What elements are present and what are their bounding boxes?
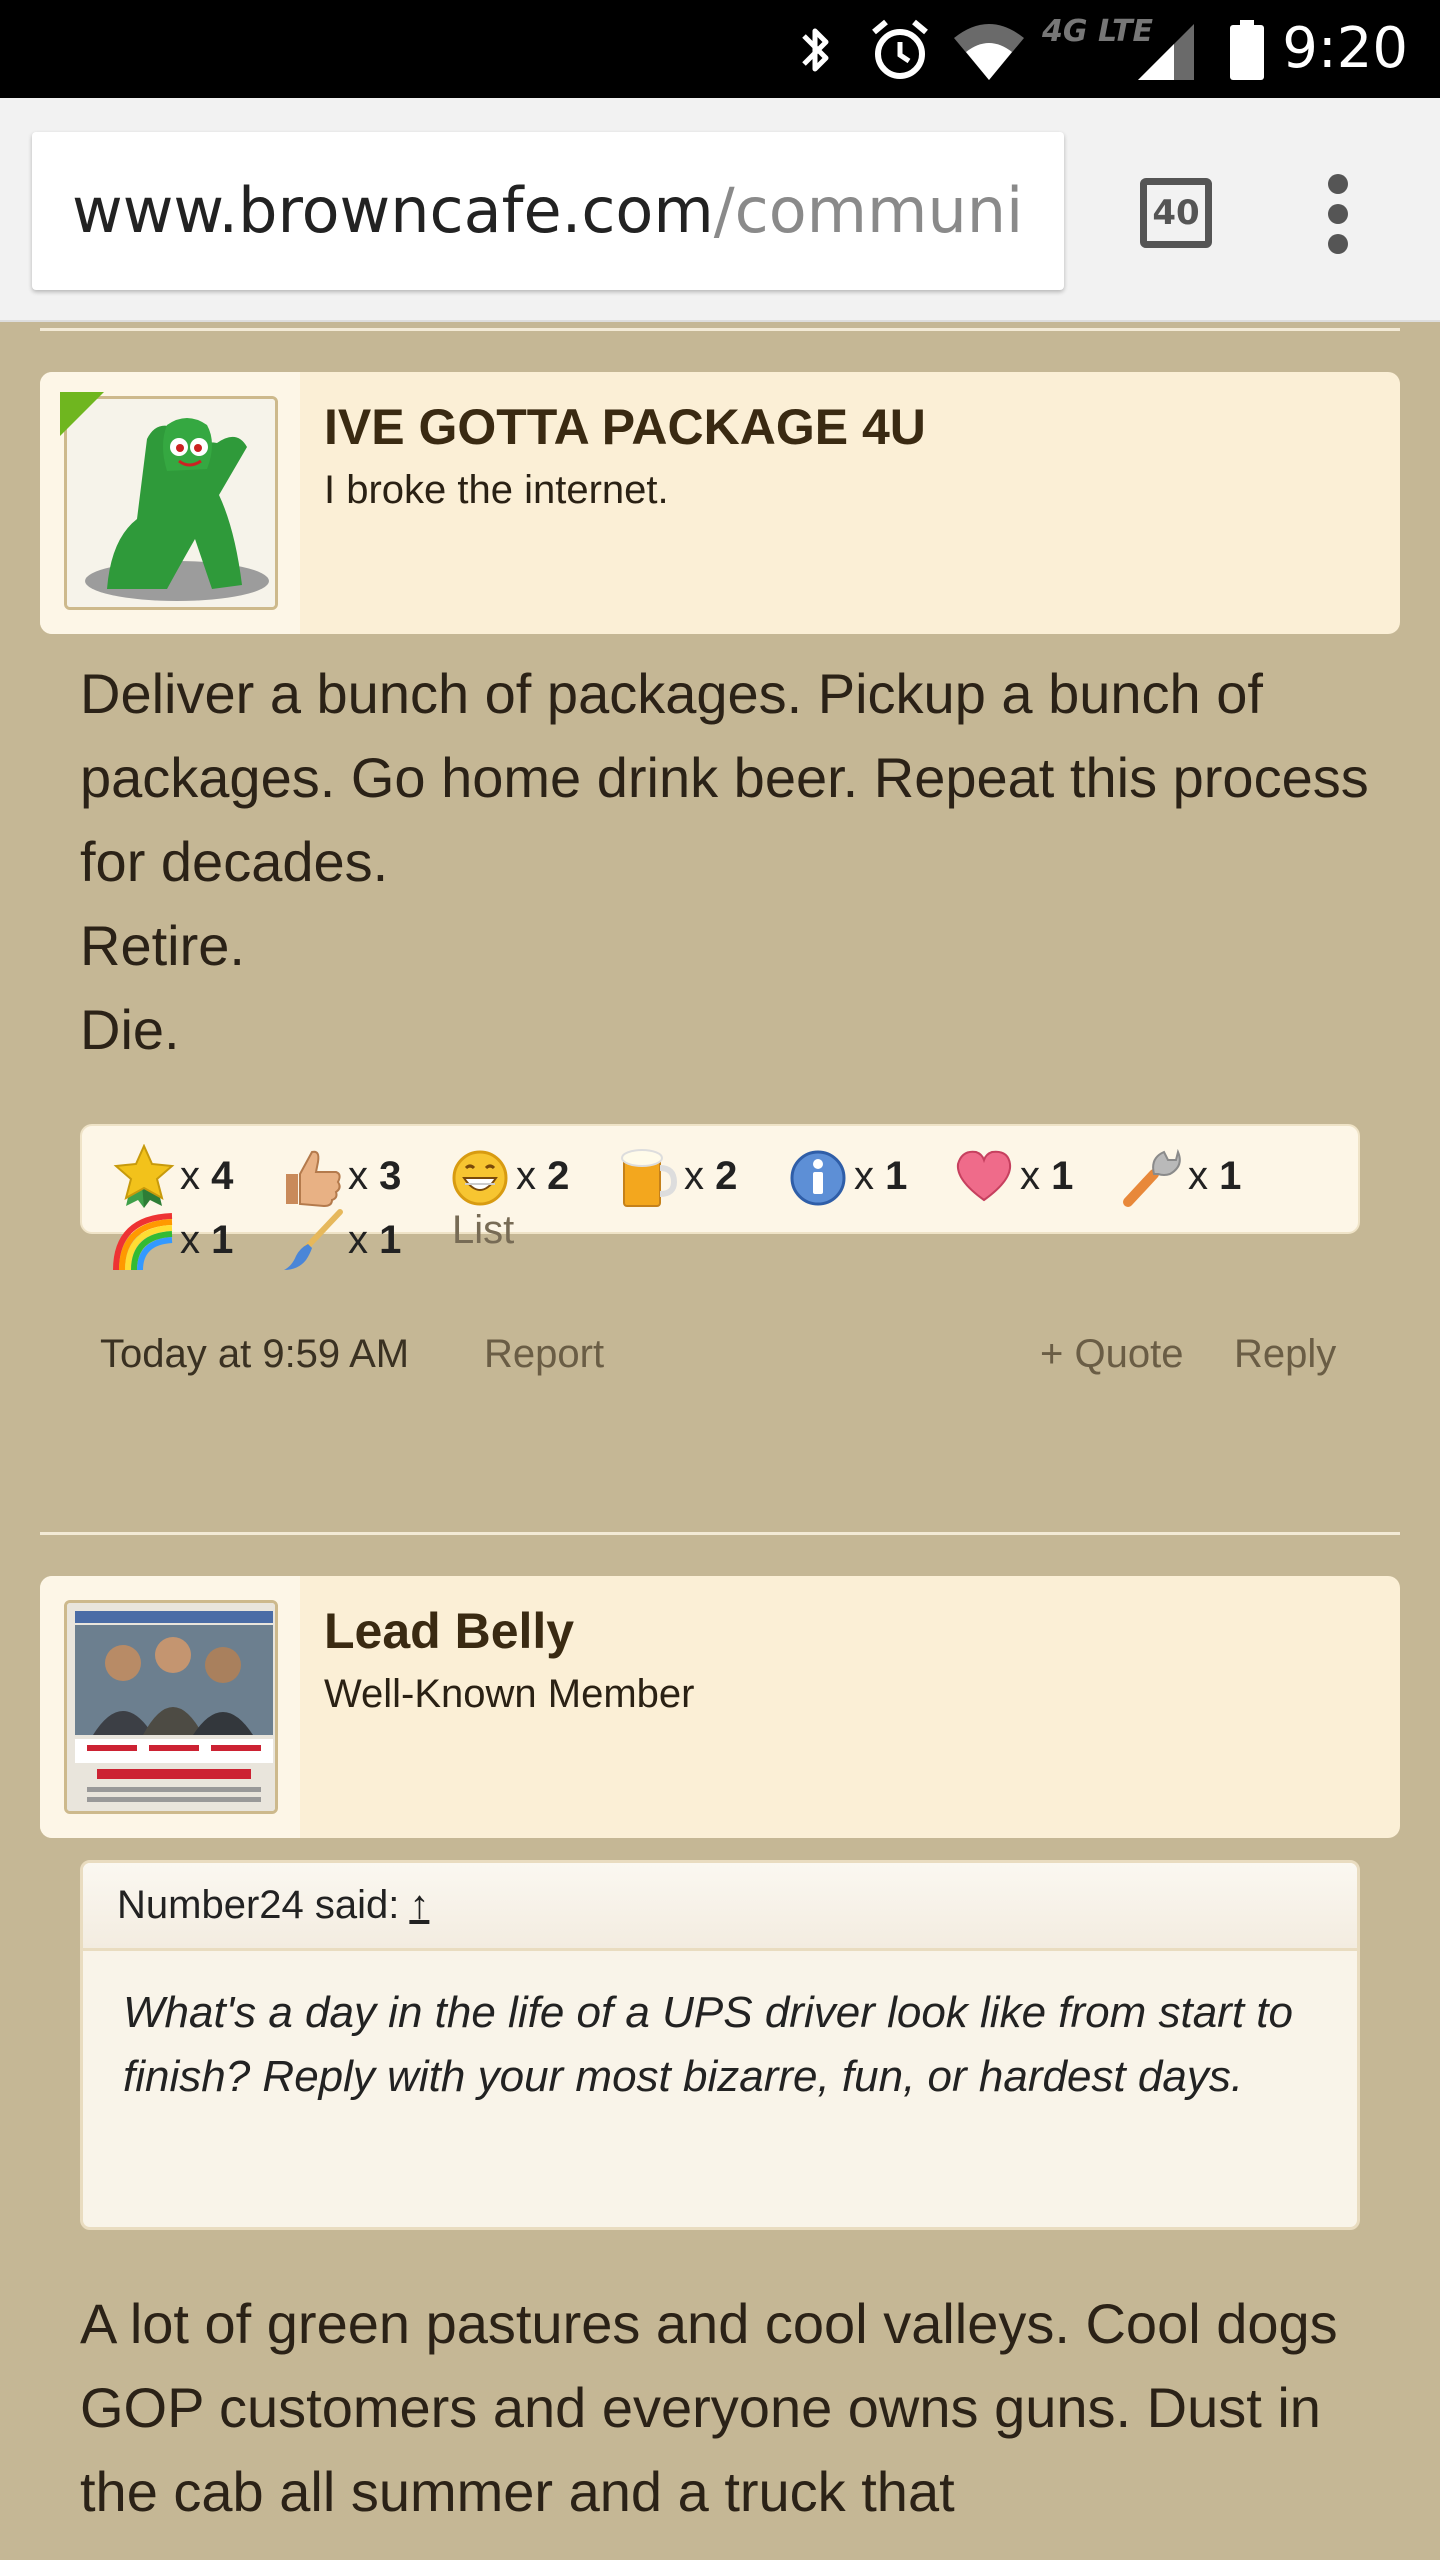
message-line: Die. [80, 998, 180, 1061]
post-user-title: I broke the internet. [324, 468, 669, 512]
battery-icon [1230, 20, 1264, 80]
post-message: A lot of green pastures and cool valleys… [80, 2282, 1380, 2534]
thumbs-up-icon [286, 1150, 341, 1208]
rating-grin[interactable]: x 2 [448, 1148, 570, 1206]
rating-count: 1 [885, 1153, 908, 1198]
rating-count: 1 [211, 1217, 234, 1262]
rating-count: 1 [1219, 1153, 1242, 1198]
bluetooth-icon [802, 28, 829, 72]
rating-paintbrush[interactable]: x 1 [280, 1209, 402, 1270]
avatar-container [40, 1576, 300, 1838]
quote-block: Number24 said: ↑ What's a day in the life… [80, 1860, 1360, 2230]
info-icon [790, 1150, 846, 1206]
post-user-title: Well-Known Member [324, 1672, 695, 1716]
message-line: A lot of green pastures and cool valleys… [80, 2292, 1338, 2523]
clock: 9:20 [1282, 16, 1408, 81]
paintbrush-icon [284, 1209, 343, 1270]
avatar[interactable] [64, 1600, 278, 1814]
count-prefix: x [180, 1217, 212, 1262]
post-username[interactable]: Lead Belly [324, 1602, 574, 1660]
grin-icon [452, 1150, 508, 1206]
post-divider [40, 328, 1400, 331]
report-link[interactable]: Report [484, 1332, 604, 1377]
count-prefix: x [348, 1153, 380, 1198]
post-user-header: IVE GOTTA PACKAGE 4U I broke the interne… [40, 372, 1400, 634]
quote-text: What's a day in the life of a UPS driver… [123, 1988, 1293, 2101]
count-prefix: x [516, 1153, 548, 1198]
medal-star-icon [113, 1144, 175, 1208]
message-line: Deliver a bunch of packages. Pickup a bu… [80, 662, 1369, 893]
quote-author: Number24 said: [117, 1883, 400, 1927]
status-bar: 4G LTE 9:20 [0, 0, 1440, 98]
overflow-menu-icon[interactable] [1326, 174, 1350, 254]
rating-medal-star[interactable]: x 4 [112, 1144, 234, 1208]
rating-heart[interactable]: x 1 [952, 1148, 1073, 1204]
count-prefix: x [1188, 1153, 1220, 1198]
rating-rainbow[interactable]: x 1 [112, 1212, 234, 1271]
browser-toolbar: www.browncafe.com/communi 40 [0, 98, 1440, 322]
post-message: Deliver a bunch of packages. Pickup a bu… [80, 652, 1380, 1072]
rating-count: 1 [1051, 1153, 1074, 1198]
ratings-list-link[interactable]: List [452, 1208, 514, 1253]
quote-link[interactable]: + Quote [1040, 1332, 1183, 1377]
reply-link[interactable]: Reply [1234, 1332, 1336, 1377]
url-field[interactable]: www.browncafe.com/communi [32, 132, 1064, 290]
rating-count: 2 [547, 1153, 570, 1198]
tab-switcher-button[interactable]: 40 [1140, 178, 1212, 248]
post-timestamp[interactable]: Today at 9:59 AM [100, 1332, 409, 1377]
count-prefix: x [348, 1217, 380, 1262]
rating-count: 1 [379, 1217, 402, 1262]
wifi-icon [954, 24, 1024, 80]
avatar-container [40, 372, 300, 634]
message-line: Retire. [80, 914, 245, 977]
count-prefix: x [854, 1153, 886, 1198]
quote-header: Number24 said: ↑ [83, 1863, 1357, 1951]
post-username[interactable]: IVE GOTTA PACKAGE 4U [324, 398, 926, 456]
rating-count: 4 [211, 1153, 234, 1198]
rating-wrench[interactable]: x 1 [1120, 1148, 1242, 1207]
count-prefix: x [684, 1153, 716, 1198]
rating-beer[interactable]: x 2 [616, 1148, 738, 1207]
rating-count: 2 [715, 1153, 738, 1198]
alarm-icon [872, 19, 928, 79]
beer-icon [621, 1149, 678, 1207]
online-indicator [60, 392, 104, 436]
rating-info[interactable]: x 1 [786, 1148, 908, 1206]
quote-jump-arrow-icon[interactable]: ↑ [409, 1883, 429, 1927]
post-divider [40, 1532, 1400, 1535]
heart-icon [956, 1150, 1012, 1202]
rating-thumbs-up[interactable]: x 3 [280, 1148, 402, 1208]
count-prefix: x [1020, 1153, 1052, 1198]
url-host: www.browncafe.com [72, 174, 714, 247]
rating-count: 3 [379, 1153, 402, 1198]
url-path: /communi [713, 174, 1024, 247]
post-user-header: Lead Belly Well-Known Member [40, 1576, 1400, 1838]
rainbow-icon [113, 1213, 173, 1271]
signal-icon [1138, 24, 1194, 80]
movie-poster-avatar-image [67, 1603, 275, 1811]
wrench-icon [1123, 1148, 1181, 1207]
count-prefix: x [180, 1153, 212, 1198]
thread-page: IVE GOTTA PACKAGE 4U I broke the interne… [0, 322, 1440, 2560]
